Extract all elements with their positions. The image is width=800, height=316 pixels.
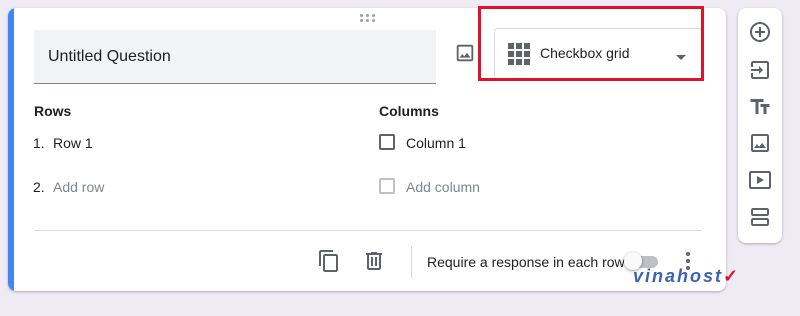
import-questions-icon[interactable]: [748, 58, 772, 82]
question-title-field[interactable]: Untitled Question: [34, 30, 436, 84]
add-row-label: Add row: [53, 179, 105, 195]
active-card-accent: [8, 8, 14, 291]
question-type-dropdown[interactable]: Checkbox grid: [494, 28, 703, 80]
row-number: 2.: [33, 179, 45, 195]
require-response-label: Require a response in each row: [427, 254, 625, 270]
row-label: Row 1: [53, 135, 93, 151]
footer-vertical-divider: [411, 246, 412, 278]
row-option[interactable]: 1. Row 1: [33, 135, 93, 151]
question-type-label: Checkbox grid: [540, 45, 630, 61]
rows-heading: Rows: [34, 103, 72, 119]
duplicate-icon[interactable]: [317, 249, 341, 273]
row-number: 1.: [33, 135, 45, 151]
question-card[interactable]: Untitled Question Checkbox grid Rows Col…: [8, 8, 726, 291]
add-video-icon[interactable]: [748, 168, 772, 192]
footer-divider: [34, 230, 702, 231]
drag-handle-icon[interactable]: [360, 14, 376, 24]
checkbox-icon: [379, 134, 395, 150]
add-row-option[interactable]: 2. Add row: [33, 179, 104, 195]
add-section-icon[interactable]: [748, 205, 772, 229]
watermark-check-icon: ✓: [723, 266, 741, 286]
question-title-text: Untitled Question: [48, 48, 171, 65]
vinahost-watermark-logo: vinahost✓: [633, 266, 740, 298]
watermark-text: vinahost: [633, 266, 724, 286]
add-question-icon[interactable]: [748, 20, 772, 44]
columns-heading: Columns: [379, 103, 439, 119]
chevron-down-icon: [675, 49, 687, 67]
add-title-icon[interactable]: [748, 95, 772, 119]
add-image-icon[interactable]: [454, 42, 476, 64]
delete-icon[interactable]: [362, 249, 386, 273]
add-image-icon[interactable]: [748, 131, 772, 155]
add-column-label[interactable]: Add column: [406, 179, 480, 195]
checkbox-icon: [379, 178, 395, 194]
checkbox-grid-icon: [507, 42, 531, 66]
column-label[interactable]: Column 1: [406, 135, 466, 151]
floating-toolbar: [738, 8, 782, 243]
